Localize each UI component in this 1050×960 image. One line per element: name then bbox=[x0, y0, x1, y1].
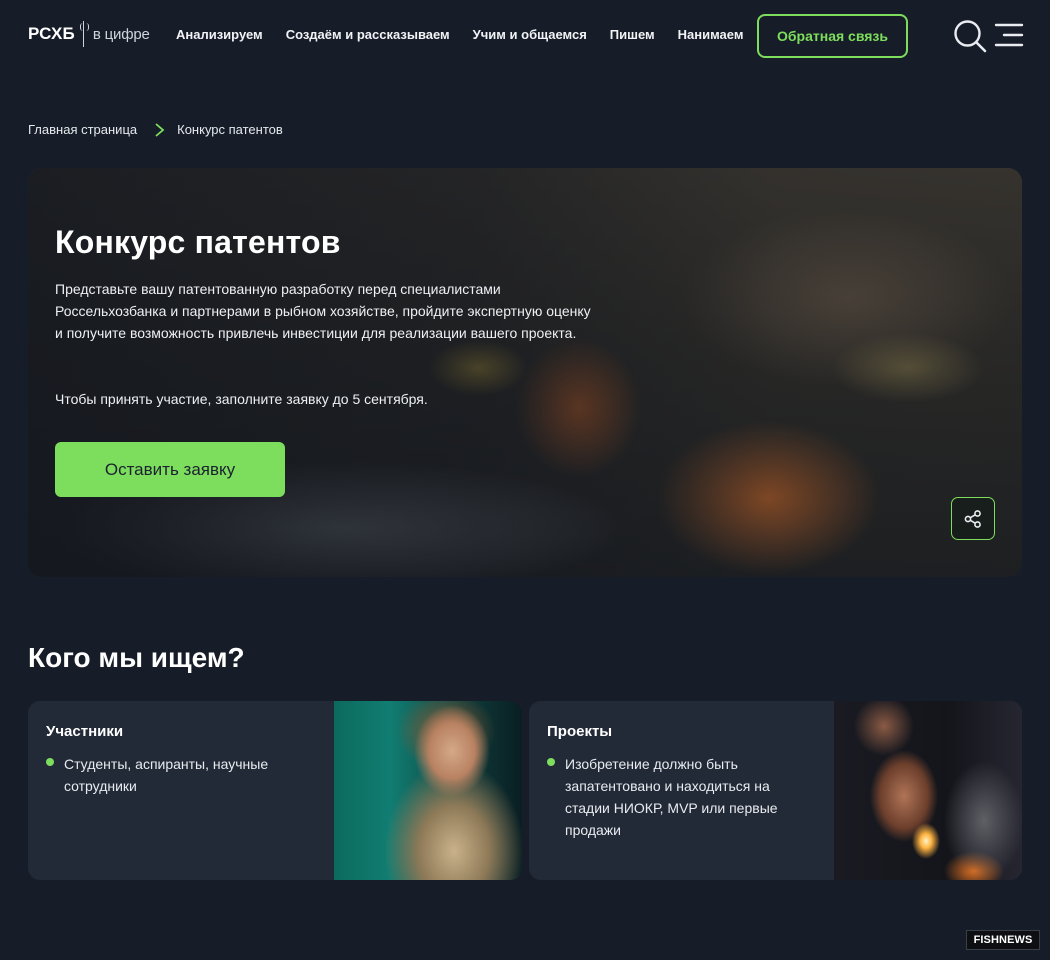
logo[interactable]: РСХБ в цифре bbox=[28, 16, 150, 52]
hero-description: Представьте вашу патентованную разработк… bbox=[55, 281, 591, 341]
card-title: Участники bbox=[46, 723, 124, 740]
hero-banner: Конкурс патентов Представьте вашу патент… bbox=[28, 168, 1022, 577]
feedback-button[interactable]: Обратная связь bbox=[757, 14, 908, 58]
watermark-part-fish: FISH bbox=[973, 934, 1000, 946]
list-item: Студенты, аспиранты, научные сотрудники bbox=[46, 753, 296, 797]
card-participants: Участники Студенты, аспиранты, научные с… bbox=[28, 701, 522, 880]
list-item: Изобретение должно быть запатентовано и … bbox=[547, 753, 792, 841]
fishnews-watermark: FISH NEWS bbox=[966, 930, 1040, 950]
card-projects: Проекты Изобретение должно быть запатент… bbox=[529, 701, 1022, 880]
page-title: Конкурс патентов bbox=[55, 224, 341, 260]
wheat-ear-icon bbox=[79, 21, 89, 47]
watermark-part-news: NEWS bbox=[999, 934, 1033, 946]
main-nav: Анализируем Создаём и рассказываем Учим … bbox=[176, 27, 766, 42]
site-header: РСХБ в цифре Анализируем Создаём и расск… bbox=[0, 0, 1050, 72]
share-button[interactable] bbox=[951, 497, 995, 540]
logo-brand: РСХБ bbox=[28, 24, 75, 43]
nav-item-write[interactable]: Пишем bbox=[610, 27, 655, 42]
breadcrumb-current: Конкурс патентов bbox=[177, 122, 283, 137]
breadcrumb-home[interactable]: Главная страница bbox=[28, 122, 137, 137]
menu-icon[interactable] bbox=[994, 21, 1024, 49]
nav-item-hire[interactable]: Нанимаем bbox=[678, 27, 744, 42]
nav-item-create[interactable]: Создаём и рассказываем bbox=[286, 27, 450, 42]
card-image-scientist bbox=[834, 701, 1022, 880]
card-list: Изобретение должно быть запатентовано и … bbox=[547, 753, 792, 841]
share-icon bbox=[964, 509, 981, 528]
section-title: Кого мы ищем? bbox=[28, 642, 245, 673]
nav-item-analyze[interactable]: Анализируем bbox=[176, 27, 263, 42]
logo-subtitle: в цифре bbox=[92, 25, 150, 43]
nav-item-learn[interactable]: Учим и общаемся bbox=[473, 27, 587, 42]
chevron-right-icon bbox=[155, 122, 165, 137]
card-title: Проекты bbox=[547, 723, 613, 740]
search-icon[interactable] bbox=[953, 19, 987, 53]
hero-deadline-note: Чтобы принять участие, заполните заявку … bbox=[55, 391, 428, 407]
apply-button[interactable]: Оставить заявку bbox=[55, 442, 285, 497]
card-image-woman bbox=[334, 701, 522, 880]
card-list: Студенты, аспиранты, научные сотрудники bbox=[46, 753, 296, 797]
breadcrumb: Главная страница Конкурс патентов bbox=[28, 122, 283, 137]
